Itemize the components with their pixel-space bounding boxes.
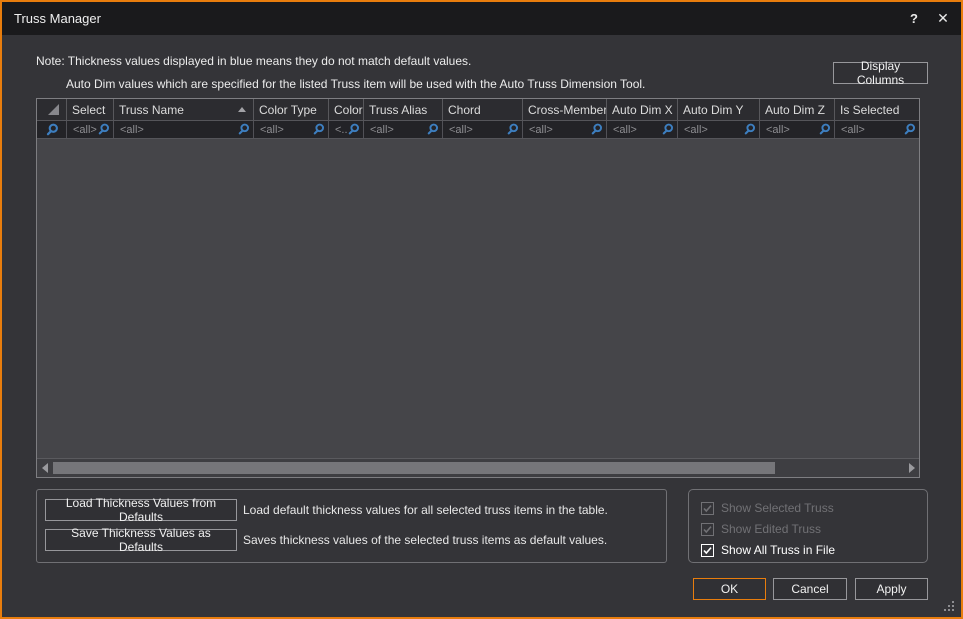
note-line-1: Note: Thickness values displayed in blue… (36, 50, 645, 73)
arrow-right-icon (909, 463, 915, 473)
note-text: Note: Thickness values displayed in blue… (36, 50, 645, 96)
search-icon[interactable] (347, 123, 360, 136)
arrow-left-icon (42, 463, 48, 473)
show-selected-truss-checkbox: Show Selected Truss (701, 500, 834, 516)
note-line-2: Auto Dim values which are specified for … (36, 73, 645, 96)
help-button[interactable]: ? (902, 2, 926, 35)
search-icon[interactable] (506, 123, 519, 136)
scroll-left-button[interactable] (37, 459, 52, 477)
truss-grid: Select Truss Name Color Type Color Truss… (36, 98, 920, 478)
column-header-is-selected[interactable]: Is Selected (835, 99, 919, 120)
select-all-corner-icon (48, 104, 59, 115)
checkbox-checked-icon (701, 544, 714, 557)
scroll-right-button[interactable] (904, 459, 919, 477)
load-thickness-defaults-button[interactable]: Load Thickness Values from Defaults (45, 499, 237, 521)
column-header-row-indicator[interactable] (37, 99, 67, 120)
help-icon: ? (910, 11, 918, 26)
column-header-color-type[interactable]: Color Type (254, 99, 329, 120)
checkbox-label: Show Edited Truss (721, 522, 821, 536)
search-icon[interactable] (97, 123, 110, 136)
column-header-truss-alias[interactable]: Truss Alias (364, 99, 443, 120)
filter-auto-dim-z-input[interactable]: <all> (760, 121, 835, 138)
show-edited-truss-checkbox: Show Edited Truss (701, 521, 821, 537)
cancel-button[interactable]: Cancel (773, 578, 847, 600)
truss-manager-dialog: Truss Manager ? ✕ Note: Thickness values… (0, 0, 963, 619)
column-header-cross-member[interactable]: Cross-Member (523, 99, 607, 120)
filter-cross-member-input[interactable]: <all> (523, 121, 607, 138)
search-icon[interactable] (743, 123, 756, 136)
checkbox-label: Show Selected Truss (721, 501, 834, 515)
search-icon[interactable] (903, 123, 916, 136)
checkbox-checked-icon (701, 523, 714, 536)
search-icon (45, 123, 59, 137)
filter-truss-name-input[interactable]: <all> (114, 121, 254, 138)
checkbox-checked-icon (701, 502, 714, 515)
titlebar[interactable]: Truss Manager ? ✕ (2, 2, 961, 35)
grid-filter-row: <all> <all> <all> <... <all> <all> <all>… (37, 120, 919, 139)
checkbox-label: Show All Truss in File (721, 543, 835, 557)
column-header-auto-dim-z[interactable]: Auto Dim Z (760, 99, 835, 120)
filter-color-type-input[interactable]: <all> (254, 121, 329, 138)
filter-auto-dim-x-input[interactable]: <all> (607, 121, 678, 138)
column-header-color[interactable]: Color (329, 99, 364, 120)
filter-chord-input[interactable]: <all> (443, 121, 523, 138)
search-icon[interactable] (661, 123, 674, 136)
filter-select-input[interactable]: <all> (67, 121, 114, 138)
column-header-select[interactable]: Select (67, 99, 114, 120)
filter-color-input[interactable]: <... (329, 121, 364, 138)
display-columns-button[interactable]: Display Columns (833, 62, 928, 84)
scrollbar-thumb[interactable] (53, 462, 775, 474)
show-options-panel: Show Selected Truss Show Edited Truss Sh… (688, 489, 928, 563)
filter-truss-alias-input[interactable]: <all> (364, 121, 443, 138)
search-icon[interactable] (818, 123, 831, 136)
save-thickness-description: Saves thickness values of the selected t… (243, 529, 607, 551)
filter-auto-dim-y-input[interactable]: <all> (678, 121, 760, 138)
filter-row-indicator[interactable] (37, 121, 67, 138)
thickness-defaults-panel: Load Thickness Values from Defaults Load… (36, 489, 667, 563)
search-icon[interactable] (312, 123, 325, 136)
search-icon[interactable] (237, 123, 250, 136)
resize-grip[interactable] (943, 600, 954, 611)
filter-is-selected-input[interactable]: <all> (835, 121, 919, 138)
column-header-chord[interactable]: Chord (443, 99, 523, 120)
search-icon[interactable] (590, 123, 603, 136)
close-icon: ✕ (937, 10, 949, 26)
save-thickness-defaults-button[interactable]: Save Thickness Values as Defaults (45, 529, 237, 551)
grid-header-row: Select Truss Name Color Type Color Truss… (37, 99, 919, 120)
window-title: Truss Manager (14, 2, 101, 35)
horizontal-scrollbar[interactable] (37, 458, 919, 477)
column-header-auto-dim-y[interactable]: Auto Dim Y (678, 99, 760, 120)
column-header-truss-name[interactable]: Truss Name (114, 99, 254, 120)
close-button[interactable]: ✕ (930, 2, 956, 35)
column-header-auto-dim-x[interactable]: Auto Dim X (607, 99, 678, 120)
sort-ascending-icon (238, 107, 246, 112)
show-all-truss-in-file-checkbox[interactable]: Show All Truss in File (701, 542, 835, 558)
grid-empty-body (37, 139, 919, 458)
search-icon[interactable] (426, 123, 439, 136)
load-thickness-description: Load default thickness values for all se… (243, 499, 608, 521)
ok-button[interactable]: OK (693, 578, 766, 600)
apply-button[interactable]: Apply (855, 578, 928, 600)
